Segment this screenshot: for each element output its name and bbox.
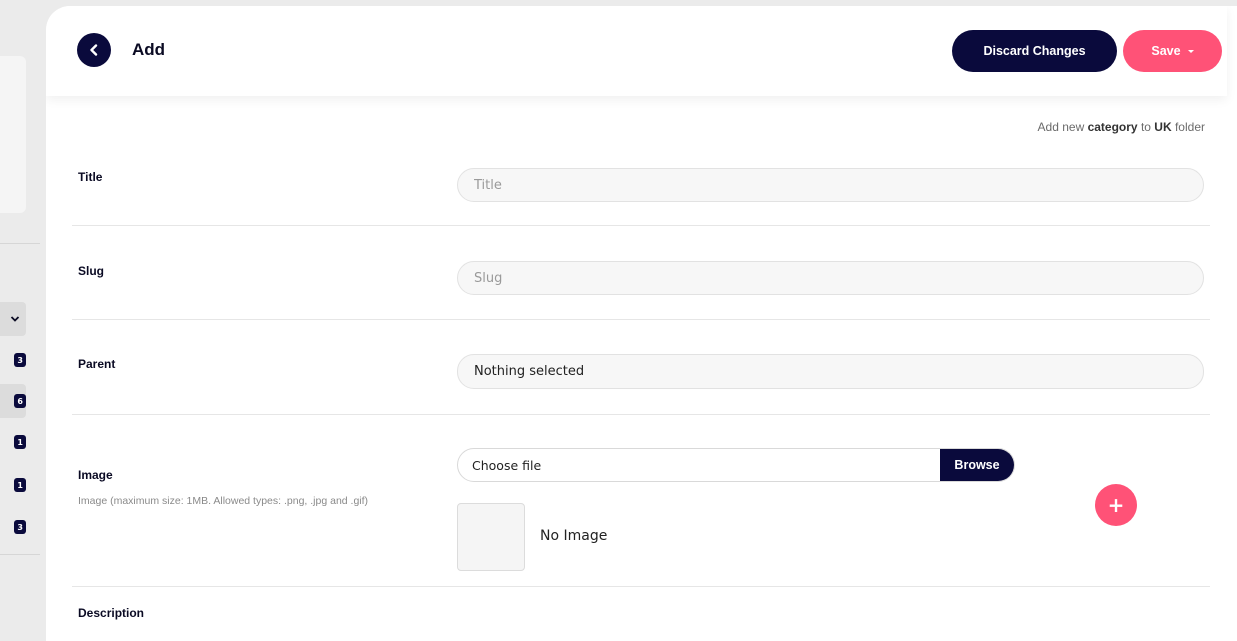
count-badge: 1 <box>14 435 26 449</box>
image-label: Image <box>78 468 113 482</box>
browse-button[interactable]: Browse <box>940 449 1014 481</box>
folder-hint: Add new category to UK folder <box>1038 120 1205 134</box>
page-title: Add <box>132 40 166 59</box>
title-label: Title <box>78 170 103 184</box>
hint-folder: UK <box>1154 120 1172 134</box>
hint-entity: category <box>1087 120 1138 134</box>
add-image-button[interactable]: + <box>1095 484 1137 526</box>
sidebar-item[interactable]: 1 <box>0 468 26 502</box>
sidebar-card <box>0 56 26 213</box>
parent-select[interactable]: Nothing selected <box>457 354 1204 389</box>
chevron-down-icon <box>10 316 20 322</box>
count-badge: 6 <box>14 394 26 408</box>
hint-prefix: Add new <box>1037 120 1088 134</box>
slug-label: Slug <box>78 264 104 278</box>
sidebar-divider <box>0 554 40 555</box>
row-divider <box>72 586 1210 587</box>
row-divider <box>72 225 1210 226</box>
slug-input[interactable] <box>457 261 1204 295</box>
image-help-text: Image (maximum size: 1MB. Allowed types:… <box>78 495 369 507</box>
sidebar-item[interactable]: 6 <box>0 384 26 418</box>
sidebar-item[interactable]: 3 <box>0 343 26 377</box>
chevron-left-icon <box>90 44 98 56</box>
image-file-input[interactable]: Choose file Browse <box>457 448 1015 482</box>
parent-label: Parent <box>78 357 116 371</box>
count-badge: 3 <box>14 520 26 534</box>
image-preview <box>457 503 525 571</box>
back-button[interactable] <box>77 33 111 67</box>
save-button-label: Save <box>1151 44 1181 58</box>
hint-suffix: folder <box>1171 120 1205 134</box>
no-image-text: No Image <box>540 528 608 544</box>
sidebar-divider <box>0 243 40 244</box>
title-input[interactable] <box>457 168 1204 202</box>
sidebar-dropdown[interactable] <box>0 302 26 336</box>
row-divider <box>72 414 1210 415</box>
file-input-text: Choose file <box>472 457 542 473</box>
main-panel: Add Discard Changes Save Add new categor… <box>46 6 1237 641</box>
count-badge: 3 <box>14 353 26 367</box>
sidebar: 3 6 1 1 3 <box>0 0 46 641</box>
count-badge: 1 <box>14 478 26 492</box>
plus-icon: + <box>1107 493 1125 517</box>
row-divider <box>72 319 1210 320</box>
discard-changes-button[interactable]: Discard Changes <box>952 30 1117 72</box>
sidebar-item[interactable]: 3 <box>0 510 26 544</box>
description-label: Description <box>78 606 145 620</box>
save-button[interactable]: Save <box>1123 30 1222 72</box>
top-bar: Add Discard Changes Save <box>46 6 1227 96</box>
caret-down-icon <box>1187 49 1194 53</box>
sidebar-item[interactable]: 1 <box>0 425 26 459</box>
hint-middle: to <box>1137 120 1155 134</box>
